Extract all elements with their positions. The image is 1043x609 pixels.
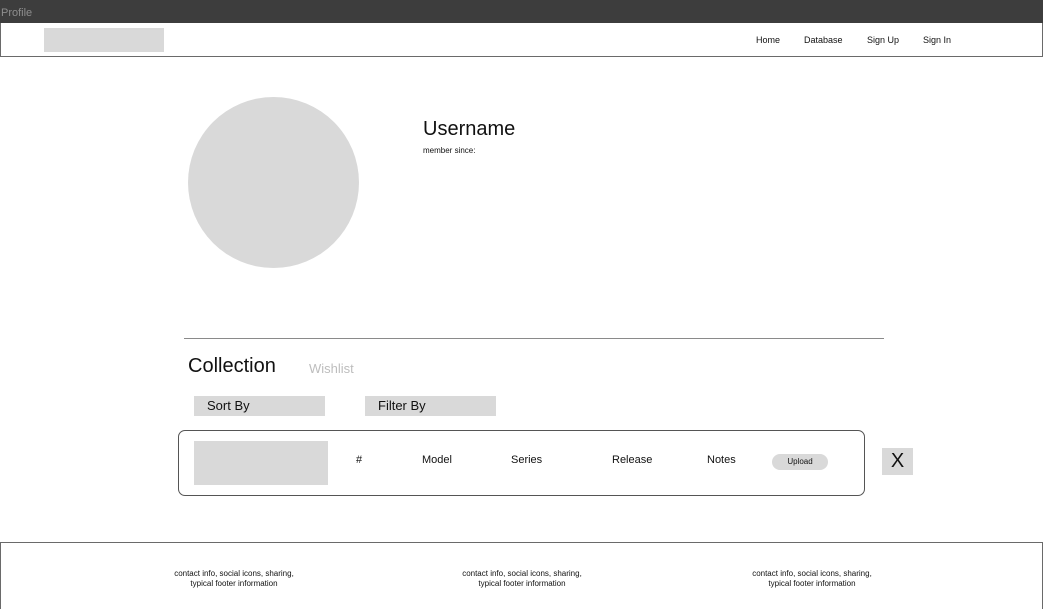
footer-text-line: contact info, social icons, sharing, xyxy=(174,569,294,578)
footer-text-line: typical footer information xyxy=(190,579,278,588)
tab-wishlist[interactable]: Wishlist xyxy=(309,362,354,376)
nav-link-database[interactable]: Database xyxy=(804,35,843,45)
footer-column: contact info, social icons, sharing, typ… xyxy=(154,569,314,589)
logo-placeholder[interactable] xyxy=(44,28,164,52)
item-model-column: Model xyxy=(422,454,452,466)
nav-link-home[interactable]: Home xyxy=(756,35,780,45)
sort-by-label: Sort By xyxy=(207,398,250,413)
avatar xyxy=(188,97,359,268)
item-release-column: Release xyxy=(612,454,653,466)
tab-collection[interactable]: Collection xyxy=(188,355,276,377)
sort-by-dropdown[interactable]: Sort By xyxy=(194,396,325,416)
footer-text-line: contact info, social icons, sharing, xyxy=(462,569,582,578)
filter-by-dropdown[interactable]: Filter By xyxy=(365,396,496,416)
footer-column: contact info, social icons, sharing, typ… xyxy=(732,569,892,589)
remove-item-button[interactable]: X xyxy=(882,448,913,475)
window-title: Profile xyxy=(1,7,33,19)
page-footer: contact info, social icons, sharing, typ… xyxy=(0,542,1043,609)
username-heading: Username xyxy=(423,118,516,140)
item-series-column: Series xyxy=(511,454,543,466)
member-since-label: member since: xyxy=(423,146,476,155)
footer-text-line: typical footer information xyxy=(478,579,566,588)
filter-by-label: Filter By xyxy=(378,398,426,413)
item-number-column: # xyxy=(356,454,363,466)
item-notes-column: Notes xyxy=(707,454,736,466)
footer-text-line: typical footer information xyxy=(768,579,856,588)
window-titlebar: Profile xyxy=(0,0,1043,23)
top-navbar: Home Database Sign Up Sign In xyxy=(0,23,1043,57)
item-thumbnail xyxy=(194,441,328,485)
nav-link-sign-up[interactable]: Sign Up xyxy=(867,35,899,45)
upload-button[interactable]: Upload xyxy=(772,454,828,470)
nav-link-sign-in[interactable]: Sign In xyxy=(923,35,951,45)
footer-text-line: contact info, social icons, sharing, xyxy=(752,569,872,578)
collection-item-row[interactable]: # Model Series Release Notes Upload xyxy=(178,430,865,496)
footer-column: contact info, social icons, sharing, typ… xyxy=(442,569,602,589)
section-divider xyxy=(184,338,884,339)
